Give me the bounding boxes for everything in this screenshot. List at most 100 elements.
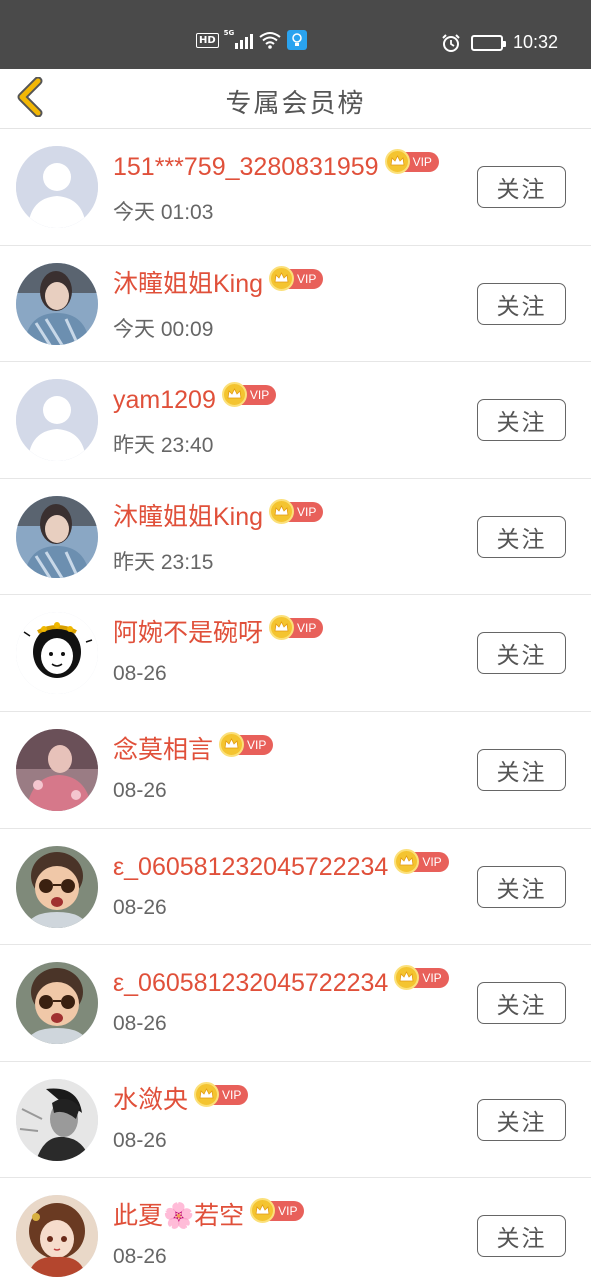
vip-badge-label: VIP [297,504,317,519]
name-line: ε_060581232045722234 VIP [113,848,449,884]
vip-badge: VIP [269,498,324,524]
member-row[interactable]: ε_060581232045722234 VIP 08-26 关注 [0,945,591,1062]
member-name[interactable]: 阿婉不是碗呀 [113,616,263,650]
avatar[interactable] [16,146,98,228]
vip-badge: VIP [219,731,274,757]
member-time: 今天 01:03 [113,201,214,224]
member-name[interactable]: yam1209 [113,383,216,417]
vip-badge-label: VIP [297,271,317,286]
member-time: 昨天 23:40 [113,434,214,458]
crown-icon [394,965,420,991]
name-line: 此夏🌸若空 VIP [113,1198,305,1233]
hd-icon: HD [196,32,219,48]
member-row[interactable]: 阿婉不是碗呀 VIP 08-26 关注 [0,595,591,712]
vip-badge: VIP [384,149,439,174]
alarm-icon [442,33,460,52]
page-title: 专属会员榜 [225,89,366,119]
avatar[interactable] [16,728,98,811]
crown-icon [219,731,245,757]
vip-badge-label: VIP [222,1087,242,1102]
avatar[interactable] [16,262,98,345]
member-name[interactable]: ε_060581232045722234 [113,966,388,1000]
signal-icon: 5G [223,29,253,49]
name-line: 沐瞳姐姐King VIP [113,265,324,301]
vip-badge: VIP [194,1081,249,1107]
lightbulb-app-icon [286,30,307,50]
vip-badge-label: VIP [278,1204,298,1219]
name-line: 阿婉不是碗呀 VIP [113,615,324,650]
follow-button[interactable]: 关注 [477,1215,566,1258]
name-line: 沐瞳姐姐King VIP [113,498,324,534]
member-time: 08-26 [113,1128,167,1152]
member-row[interactable]: 此夏🌸若空 VIP 08-26 关注 [0,1178,591,1280]
member-row[interactable]: 念莫相言 VIP 08-26 关注 [0,711,591,829]
vip-badge: VIP [250,1198,305,1224]
follow-button[interactable]: 关注 [477,632,566,675]
vip-badge-label: VIP [247,737,267,752]
member-time: 08-26 [113,895,167,919]
name-line: ε_060581232045722234 VIP [113,965,449,1000]
name-line: 念莫相言 VIP [113,731,274,767]
follow-button[interactable]: 关注 [477,515,566,558]
clock: 10:32 [512,32,558,52]
vip-badge-label: VIP [422,971,442,986]
follow-button[interactable]: 关注 [477,1098,566,1141]
member-row[interactable]: 沐瞳姐姐King VIP 昨天 23:15 关注 [0,478,591,596]
follow-button[interactable]: 关注 [477,865,566,908]
avatar[interactable] [16,1195,98,1278]
member-name[interactable]: 念莫相言 [113,733,213,767]
crown-icon [394,848,420,874]
vip-badge: VIP [394,848,449,874]
status-bar: HD 5G 10:32 [0,0,591,69]
vip-badge-label: VIP [297,621,317,636]
member-time: 今天 00:09 [113,317,214,341]
crown-icon [221,382,247,408]
follow-button[interactable]: 关注 [477,399,566,442]
crown-icon [250,1198,276,1224]
avatar[interactable] [16,495,98,578]
follow-button[interactable]: 关注 [477,282,566,325]
status-icons-right: 10:32 [441,32,558,53]
member-row[interactable]: ε_060581232045722234 VIP 08-26 关注 [0,828,591,946]
avatar[interactable] [16,1078,98,1161]
member-name[interactable]: ε_060581232045722234 [113,850,388,884]
vip-badge-label: VIP [422,854,442,869]
avatar[interactable] [16,962,98,1045]
member-list: 151***759_3280831959 VIP 今天 01:03 关注 沐瞳姐姐Kin… [0,129,591,1280]
member-name[interactable]: 151***759_3280831959 [113,150,379,184]
wifi-icon [259,32,281,49]
follow-button[interactable]: 关注 [477,982,566,1025]
vip-badge: VIP [269,615,324,641]
name-line: 水潋央 VIP [113,1081,249,1117]
follow-button[interactable]: 关注 [477,166,566,208]
network-type: 5G [223,29,235,37]
avatar[interactable] [16,379,98,462]
member-time: 08-26 [113,1012,167,1036]
member-row[interactable]: 沐瞳姐姐King VIP 今天 00:09 关注 [0,245,591,363]
member-time: 08-26 [113,1245,167,1269]
member-name[interactable]: 水潋央 [113,1083,188,1117]
vip-badge: VIP [269,265,324,291]
member-name[interactable]: 沐瞳姐姐King [113,500,263,534]
member-row[interactable]: yam1209 VIP 昨天 23:40 关注 [0,362,591,479]
crown-icon [269,615,295,641]
member-time: 昨天 23:15 [113,550,214,574]
vip-badge-label: VIP [412,155,432,169]
name-line: 151***759_3280831959 VIP [113,149,439,184]
crown-icon [194,1081,220,1107]
member-time: 08-26 [113,662,167,686]
member-time: 08-26 [113,778,167,802]
avatar[interactable] [16,612,98,695]
member-row[interactable]: 151***759_3280831959 VIP 今天 01:03 关注 [0,129,591,246]
crown-icon [384,149,410,174]
nav-bar: 专属会员榜 [0,69,591,129]
vip-badge: VIP [221,382,277,408]
vip-badge-label: VIP [249,388,270,403]
crown-icon [269,498,295,524]
member-name[interactable]: 沐瞳姐姐King [113,267,263,301]
member-name[interactable]: 此夏🌸若空 [113,1199,244,1233]
avatar[interactable] [16,845,98,928]
follow-button[interactable]: 关注 [477,748,566,791]
member-row[interactable]: 水潋央 VIP 08-26 关注 [0,1061,591,1179]
status-icons-left: HD 5G [196,29,307,50]
